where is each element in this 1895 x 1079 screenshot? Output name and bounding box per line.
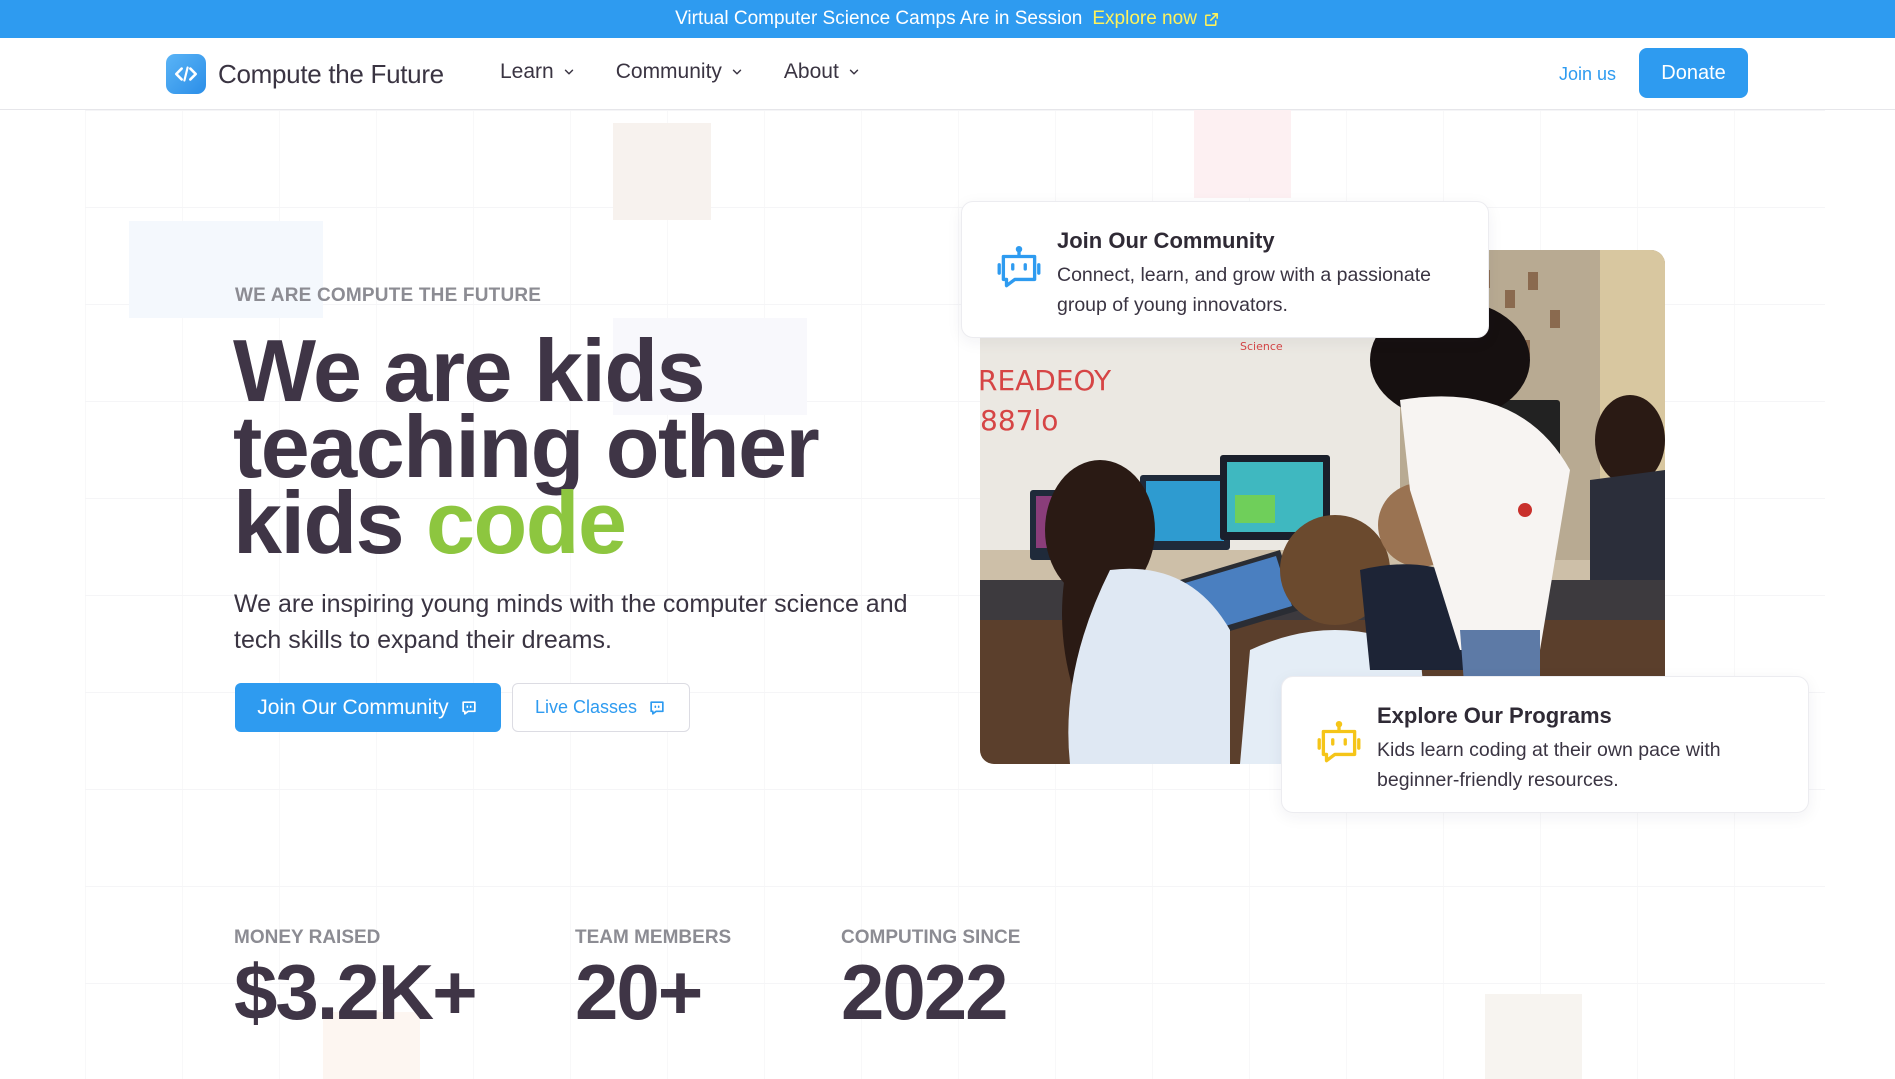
chat-bot-icon	[462, 700, 476, 715]
chevron-down-icon	[849, 69, 859, 75]
live-classes-button[interactable]: Live Classes	[512, 683, 690, 732]
community-card-title: Join Our Community	[1057, 228, 1275, 253]
community-card-description: Connect, learn, and grow with a passiona…	[1057, 264, 1431, 316]
menu-about[interactable]: About	[784, 60, 861, 84]
explore-now-label: Explore now	[1092, 8, 1197, 29]
chevron-down-icon	[732, 69, 742, 75]
background-tile	[613, 123, 711, 220]
brand-home-link[interactable]: Compute the Future	[166, 54, 444, 94]
programs-card-title: Explore Our Programs	[1377, 703, 1612, 728]
explore-now-link[interactable]: Explore now	[1092, 8, 1220, 30]
stat-team-members: TEAM MEMBERS 20+	[575, 927, 732, 1036]
menu-learn[interactable]: Learn	[500, 60, 576, 84]
whiteboard-text-2: 887lo	[980, 404, 1058, 437]
hero-headline-accent: code	[426, 473, 627, 572]
hero-subtext: We are inspiring young minds with the co…	[234, 590, 908, 654]
external-link-icon	[1204, 12, 1218, 26]
menu-learn-label: Learn	[500, 60, 554, 83]
robot-chat-icon	[997, 245, 1041, 288]
background-tile	[1194, 110, 1291, 198]
background-tile	[1485, 994, 1582, 1079]
whiteboard-text-1: READEOY	[980, 364, 1112, 397]
stat-label: MONEY RAISED	[234, 927, 381, 948]
stat-value: 2022	[841, 948, 1009, 1036]
whiteboard-text-3: Science	[1240, 340, 1283, 353]
hero-headline: We are kids teaching other kids code	[233, 327, 953, 567]
brand-name: Compute the Future	[218, 58, 444, 89]
chevron-down-icon	[564, 69, 573, 75]
join-us-link[interactable]: Join us	[1559, 64, 1616, 85]
join-community-button[interactable]: Join Our Community	[235, 683, 501, 732]
menu-about-label: About	[783, 60, 839, 83]
donate-button[interactable]: Donate	[1639, 48, 1748, 98]
join-community-button-label: Join Our Community	[257, 695, 449, 719]
stat-label: COMPUTING SINCE	[841, 927, 1021, 948]
hero-eyebrow: WE ARE COMPUTE THE FUTURE	[235, 285, 542, 306]
stat-label: TEAM MEMBERS	[575, 927, 732, 948]
programs-card[interactable]: Explore Our Programs Kids learn coding a…	[1281, 676, 1809, 813]
menu-community[interactable]: Community	[616, 60, 744, 84]
main-menu: Learn Community About	[500, 60, 861, 84]
community-card[interactable]: Join Our Community Connect, learn, and g…	[961, 201, 1489, 338]
stat-computing-since: COMPUTING SINCE 2022	[841, 927, 1021, 1036]
programs-card-description: Kids learn coding at their own pace with…	[1377, 739, 1721, 791]
stat-value: $3.2K+	[234, 948, 478, 1036]
announcement-bar: Virtual Computer Science Camps Are in Se…	[0, 0, 1895, 38]
navbar: Compute the Future Learn Community About…	[0, 38, 1895, 110]
code-logo-icon	[166, 54, 206, 94]
announcement-text: Virtual Computer Science Camps Are in Se…	[675, 8, 1083, 29]
robot-chat-icon	[1317, 720, 1361, 763]
stat-value: 20+	[575, 948, 703, 1036]
menu-community-label: Community	[615, 60, 722, 83]
live-classes-button-label: Live Classes	[534, 697, 638, 717]
chat-bot-icon	[650, 700, 664, 715]
stat-money-raised: MONEY RAISED $3.2K+	[234, 927, 478, 1036]
